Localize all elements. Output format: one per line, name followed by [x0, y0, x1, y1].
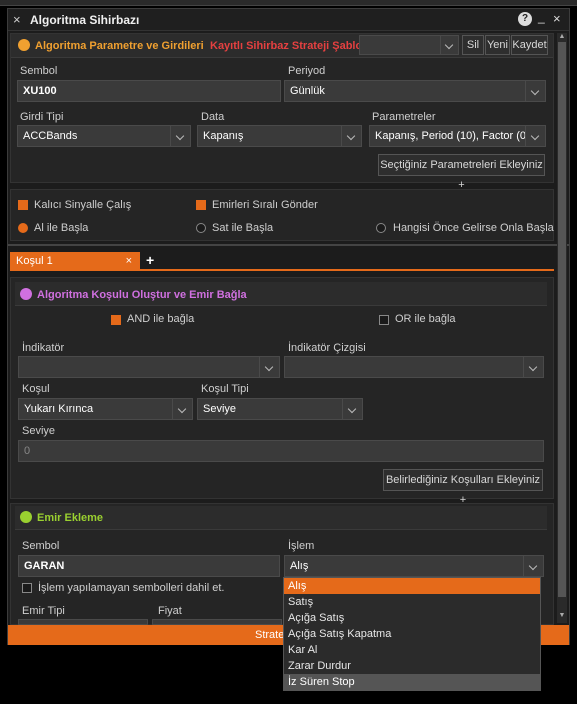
chevron-down-icon[interactable] [525, 81, 545, 101]
delete-button[interactable]: Sil [462, 35, 484, 55]
include-untradable-label: İşlem yapılamayan sembolleri dahil et. [38, 582, 225, 594]
start-first-radio[interactable] [376, 223, 386, 233]
condition-type-label: Koşul Tipi [201, 383, 249, 395]
indicator-line-select[interactable] [284, 356, 544, 378]
help-icon[interactable]: ? [518, 12, 532, 26]
level-label: Seviye [22, 425, 56, 437]
params-label: Parametreler [372, 111, 436, 123]
dialog-title: Algoritma Sihirbazı [30, 13, 140, 27]
params-value: Kapanış, Period (10), Factor (0.0005) [375, 130, 546, 142]
price-label: Fiyat [158, 605, 182, 617]
condition-type-value: Seviye [203, 403, 237, 415]
and-checkbox[interactable] [111, 315, 121, 325]
order-section-title: Emir Ekleme [37, 512, 104, 524]
chevron-down-icon[interactable] [341, 126, 361, 146]
input-type-label: Girdi Tipi [20, 111, 64, 123]
chevron-down-icon[interactable] [172, 399, 192, 419]
condition-label: Koşul [22, 383, 50, 395]
dropdown-option[interactable]: Zarar Durdur [284, 658, 540, 674]
condition-section [10, 277, 554, 499]
chevron-down-icon[interactable] [525, 126, 545, 146]
ordered-orders-checkbox[interactable] [196, 200, 206, 210]
period-label: Periyod [288, 65, 326, 77]
order-symbol-input[interactable]: GARAN [18, 555, 280, 577]
chevron-down-icon[interactable] [440, 35, 459, 55]
save-button[interactable]: Kaydet [511, 35, 548, 55]
ordered-orders-label: Emirleri Sıralı Gönder [212, 199, 318, 211]
minimize-button[interactable]: _ [538, 10, 545, 24]
tab-underline [10, 269, 554, 271]
dropdown-option[interactable]: Açığa Satış [284, 610, 540, 626]
start-buy-radio[interactable] [18, 223, 28, 233]
scrollbar-thumb[interactable] [558, 42, 566, 597]
condition-select[interactable]: Yukarı Kırınca [18, 398, 193, 420]
add-tab-button[interactable]: + [146, 252, 154, 268]
condition-value: Yukarı Kırınca [24, 403, 94, 415]
scroll-down-icon[interactable]: ▼ [558, 612, 566, 620]
period-value: Günlük [290, 85, 325, 97]
scroll-up-icon[interactable]: ▲ [558, 33, 566, 41]
chevron-down-icon[interactable] [523, 556, 543, 576]
chevron-down-icon[interactable] [259, 357, 279, 377]
new-button[interactable]: Yeni [485, 35, 510, 55]
include-untradable-checkbox[interactable] [22, 583, 32, 593]
orange-dot-icon [18, 39, 30, 51]
indicator-label: İndikatör [22, 342, 65, 354]
operation-label: İşlem [288, 540, 315, 552]
condition-section-title: Algoritma Koşulu Oluştur ve Emir Bağla [37, 289, 247, 301]
persistent-signal-label: Kalıcı Sinyalle Çalış [34, 199, 132, 211]
order-symbol-label: Sembol [22, 540, 60, 552]
indicator-line-label: İndikatör Çizgisi [288, 342, 366, 354]
operation-value: Alış [290, 560, 309, 572]
dropdown-option[interactable]: Açığa Satış Kapatma [284, 626, 540, 642]
params-select[interactable]: Kapanış, Period (10), Factor (0.0005) [369, 125, 546, 147]
data-value: Kapanış [203, 130, 244, 142]
or-label: OR ile bağla [395, 313, 456, 325]
tab-condition-1[interactable]: Koşul 1 × [10, 252, 140, 270]
persistent-signal-checkbox[interactable] [18, 200, 28, 210]
order-type-label: Emir Tipi [22, 605, 65, 617]
start-first-label: Hangisi Önce Gelirse Onla Başla [393, 222, 554, 234]
add-params-button[interactable]: Seçtiğiniz Parametreleri Ekleyiniz + [378, 154, 545, 191]
level-input[interactable]: 0 [18, 440, 544, 462]
add-conditions-button[interactable]: Belirlediğiniz Koşulları Ekleyiniz + [383, 469, 543, 506]
chevron-down-icon[interactable] [342, 399, 362, 419]
dropdown-option[interactable]: Alış [284, 578, 540, 594]
operation-select[interactable]: Alış [284, 555, 544, 577]
close-icon[interactable]: × [553, 11, 561, 26]
start-sell-radio[interactable] [196, 223, 206, 233]
dropdown-option[interactable]: İz Süren Stop [284, 674, 540, 690]
data-label: Data [201, 111, 225, 123]
dropdown-option[interactable]: Satış [284, 594, 540, 610]
start-buy-label: Al ile Başla [34, 222, 89, 234]
app-top-bar [0, 0, 577, 6]
chevron-down-icon[interactable] [523, 357, 543, 377]
indicator-select[interactable] [18, 356, 280, 378]
chevron-down-icon[interactable] [170, 126, 190, 146]
input-type-value: ACCBands [23, 130, 78, 142]
data-select[interactable]: Kapanış [197, 125, 362, 147]
params-section-title: Algoritma Parametre ve Girdileri [35, 40, 204, 52]
close-x-icon[interactable]: × [13, 12, 21, 27]
operation-dropdown: Alış Satış Açığa Satış Açığa Satış Kapat… [283, 577, 541, 691]
symbol-input[interactable]: XU100 [17, 80, 281, 102]
or-checkbox[interactable] [379, 315, 389, 325]
tab-strip-divider [8, 244, 569, 246]
input-type-select[interactable]: ACCBands [17, 125, 191, 147]
green-dot-icon [20, 511, 32, 523]
tab-close-icon[interactable]: × [126, 252, 132, 270]
tab-label: Koşul 1 [16, 255, 53, 267]
period-select[interactable]: Günlük [284, 80, 546, 102]
magenta-dot-icon [20, 288, 32, 300]
condition-type-select[interactable]: Seviye [197, 398, 363, 420]
dropdown-option[interactable]: Kar Al [284, 642, 540, 658]
symbol-label: Sembol [20, 65, 58, 77]
start-sell-label: Sat ile Başla [212, 222, 274, 234]
and-label: AND ile bağla [127, 313, 195, 325]
